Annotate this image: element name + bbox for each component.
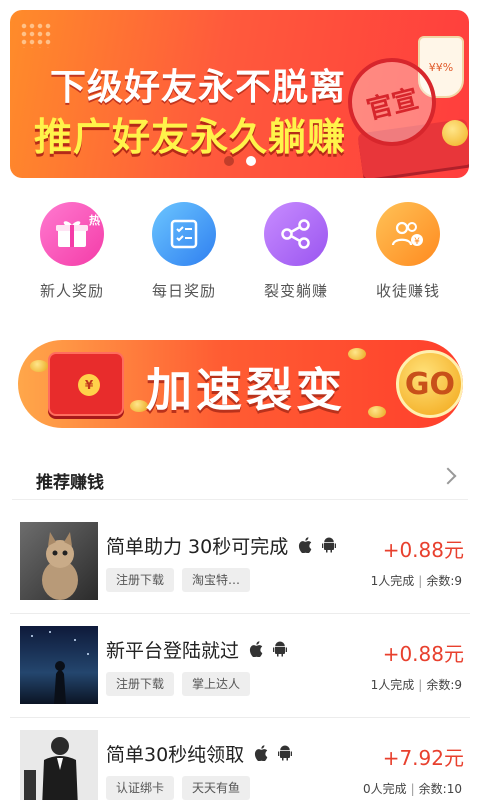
chevron-right-icon[interactable] — [439, 467, 457, 485]
task-tag: 注册下载 — [106, 672, 175, 696]
task-title: 简单助力 30秒可完成 — [106, 532, 337, 559]
task-reward: +0.88元 — [382, 538, 464, 562]
promo-title: 加速裂变 — [146, 363, 346, 417]
menu-label: 新人奖励 — [39, 282, 104, 300]
task-tags: 注册下载 掌上达人 — [106, 672, 251, 696]
task-tags: 注册下载 淘宝特… — [106, 568, 251, 592]
share-icon — [264, 202, 328, 266]
task-title: 简单30秒纯领取 — [106, 740, 293, 767]
android-icon — [272, 641, 288, 661]
task-meta: 1人完成 | 余数:9 — [371, 676, 462, 693]
task-title-text: 简单30秒纯领取 — [106, 744, 245, 766]
task-done-count: 0人完成 — [362, 782, 407, 796]
coin-illustration — [442, 120, 468, 146]
apple-icon — [254, 745, 273, 765]
top-banner[interactable]: 下级好友永不脱离 推广好友永久躺赚 ¥¥% 官宣 — [10, 10, 469, 178]
gift-icon: 热 — [40, 202, 104, 266]
pager-dot-active[interactable] — [245, 156, 256, 166]
android-icon — [321, 537, 337, 557]
banner-headline: 下级好友永不脱离 — [50, 67, 347, 108]
task-thumbnail-suit-man — [20, 730, 98, 800]
task-tag: 掌上达人 — [182, 672, 251, 696]
hot-badge: 热 — [89, 214, 100, 227]
menu-item-daily-reward[interactable]: 每日奖励 — [134, 202, 234, 301]
feature-menu: 热 新人奖励 每日奖励 裂变躺赚 ¥ 收徒赚钱 — [0, 202, 480, 302]
menu-item-recruit-earn[interactable]: ¥ 收徒赚钱 — [358, 202, 458, 301]
coin-decoration — [368, 406, 386, 418]
envelope-seal: ¥ — [78, 374, 100, 396]
apple-icon — [249, 641, 268, 661]
task-title-text: 新平台登陆就过 — [106, 640, 240, 662]
task-tag: 注册下载 — [106, 568, 175, 592]
task-item[interactable]: 新平台登陆就过 注册下载 掌上达人 +0.88元 1人完成 | 余数:9 — [10, 614, 470, 718]
checklist-icon — [152, 202, 216, 266]
task-title-text: 简单助力 30秒可完成 — [106, 536, 289, 558]
task-tag: 天天有鱼 — [182, 776, 251, 800]
users-coin-icon: ¥ — [376, 202, 440, 266]
svg-text:¥: ¥ — [414, 237, 420, 247]
task-remaining: 余数:9 — [426, 574, 462, 588]
menu-label: 收徒赚钱 — [375, 282, 440, 300]
apple-icon — [298, 537, 317, 557]
accelerate-fission-banner[interactable]: ¥ 加速裂变 GO — [18, 340, 463, 428]
banner-subheadline: 推广好友永久躺赚 — [34, 115, 347, 159]
task-tag: 认证绑卡 — [106, 776, 175, 800]
menu-item-newbie-reward[interactable]: 热 新人奖励 — [22, 202, 122, 301]
pager-dot[interactable] — [223, 156, 234, 166]
menu-label: 裂变躺赚 — [263, 282, 328, 300]
go-button[interactable]: GO — [396, 350, 463, 418]
banner-pager — [10, 156, 469, 166]
menu-item-fission-earn[interactable]: 裂变躺赚 — [246, 202, 346, 301]
coin-decoration — [30, 360, 48, 372]
coin-decoration — [348, 348, 366, 360]
meta-separator: | — [410, 782, 415, 796]
task-tag: 淘宝特… — [182, 568, 251, 592]
task-reward: +0.88元 — [382, 642, 464, 666]
section-title: 推荐赚钱 — [36, 473, 104, 493]
android-icon — [277, 745, 293, 765]
task-item[interactable]: 简单30秒纯领取 认证绑卡 天天有鱼 +7.92元 0人完成 | 余数:10 — [10, 718, 470, 800]
meta-separator: | — [418, 678, 423, 692]
meta-separator: | — [418, 574, 423, 588]
task-done-count: 1人完成 — [370, 678, 415, 692]
task-reward: +7.92元 — [382, 746, 464, 770]
task-meta: 1人完成 | 余数:9 — [371, 572, 462, 589]
task-done-count: 1人完成 — [370, 574, 415, 588]
task-item[interactable]: 简单助力 30秒可完成 注册下载 淘宝特… +0.88元 1人完成 | 余数:9 — [10, 510, 470, 614]
task-meta: 0人完成 | 余数:10 — [363, 780, 462, 797]
task-title: 新平台登陆就过 — [106, 636, 288, 663]
task-remaining: 余数:9 — [426, 678, 462, 692]
task-thumbnail-kitten — [20, 522, 98, 600]
task-tags: 认证绑卡 天天有鱼 — [106, 776, 251, 800]
task-thumbnail-night-sky — [20, 626, 98, 704]
recommended-earn-header[interactable]: 推荐赚钱 — [12, 462, 468, 500]
menu-label: 每日奖励 — [151, 282, 216, 300]
task-remaining: 余数:10 — [418, 782, 462, 796]
dots-decoration — [20, 22, 52, 48]
red-envelope-icon: ¥ — [48, 352, 124, 416]
